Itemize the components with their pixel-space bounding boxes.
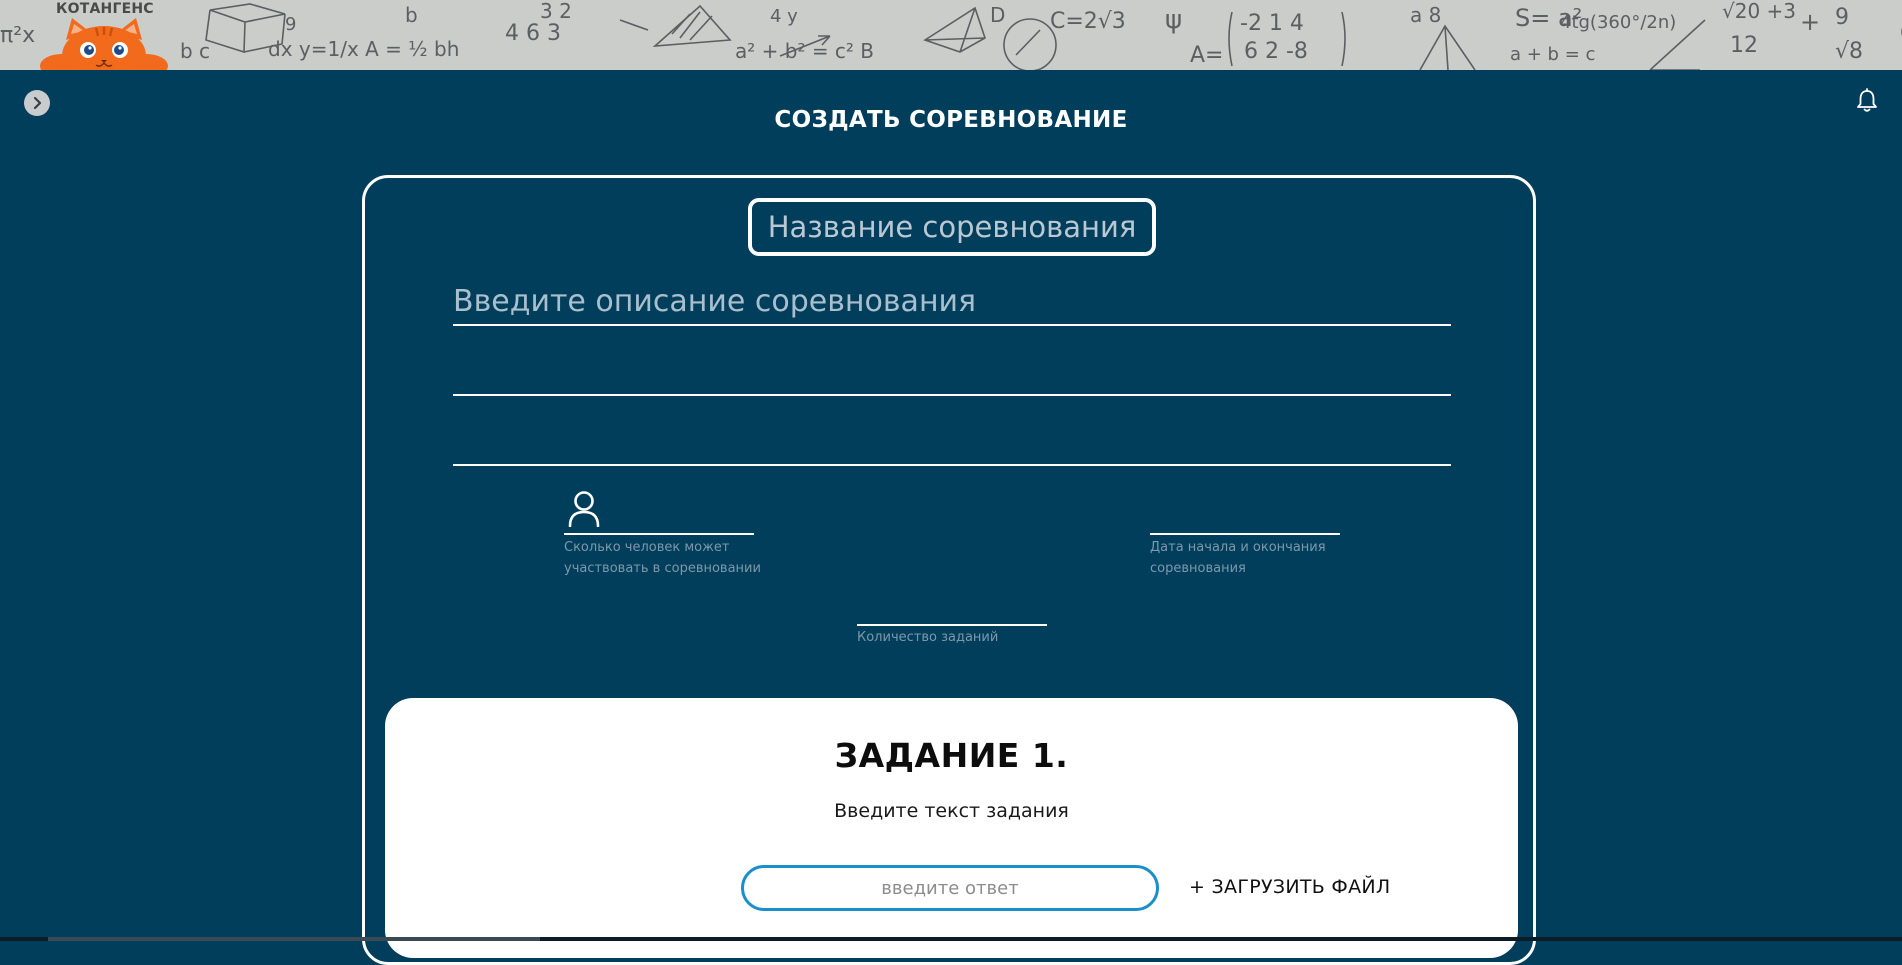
- task-title: ЗАДАНИЕ 1.: [834, 736, 1069, 775]
- svg-text:D: D: [990, 3, 1005, 27]
- svg-text:4tg(360°/2n): 4tg(360°/2n): [1560, 12, 1676, 33]
- description-line-3: [453, 464, 1451, 466]
- svg-text:C=2√3: C=2√3: [1050, 9, 1126, 34]
- svg-text:a 8: a 8: [1410, 3, 1441, 27]
- page-title: СОЗДАТЬ СОРЕВНОВАНИЕ: [774, 107, 1128, 133]
- svg-text:a + b = c: a + b = c: [1510, 44, 1595, 65]
- svg-text:12: 12: [1730, 33, 1758, 58]
- svg-text:+: +: [1800, 8, 1820, 36]
- description-input[interactable]: Введите описание соревнования: [453, 284, 976, 319]
- svg-text:ψ: ψ: [1165, 5, 1182, 35]
- svg-text:-2 1 4: -2 1 4: [1240, 11, 1304, 36]
- svg-text:a² + b² = c² B: a² + b² = c² B: [735, 39, 874, 63]
- math-doodles-background: π²x b c dx y=1/x A = ½ bh 9 b 4 6 3 3 2 …: [0, 0, 1902, 70]
- task-card: ЗАДАНИЕ 1. Введите текст задания + ЗАГРУ…: [385, 698, 1518, 958]
- svg-text:A=: A=: [1190, 43, 1223, 68]
- svg-text:dx y=1/x A = ½ bh: dx y=1/x A = ½ bh: [268, 37, 459, 61]
- dates-hint: Дата начала и окончания соревнования: [1150, 540, 1326, 576]
- upload-file-button[interactable]: + ЗАГРУЗИТЬ ФАЙЛ: [1189, 876, 1391, 898]
- horizontal-scrollbar[interactable]: [0, 937, 1902, 941]
- participants-field[interactable]: [564, 533, 754, 535]
- svg-text:4 y: 4 y: [770, 6, 798, 27]
- svg-text:√20 +3: √20 +3: [1722, 0, 1796, 23]
- dates-field[interactable]: [1150, 533, 1340, 535]
- svg-text:9: 9: [1835, 5, 1849, 30]
- cat-mascot-icon: [40, 18, 168, 70]
- svg-text:b c: b c: [180, 39, 210, 63]
- scrollbar-thumb[interactable]: [48, 937, 540, 941]
- svg-text:4 6 3: 4 6 3: [505, 21, 561, 46]
- svg-text:π²x: π²x: [0, 23, 35, 48]
- tasks-count-hint: Количество заданий: [857, 630, 999, 645]
- logo[interactable]: КОТАНГЕНС: [38, 0, 178, 70]
- description-line-2: [453, 394, 1451, 396]
- description-line-1: [453, 324, 1451, 326]
- svg-text:3 2: 3 2: [540, 0, 572, 23]
- tasks-count-field[interactable]: [857, 624, 1047, 626]
- person-icon: [568, 491, 600, 527]
- answer-input[interactable]: [741, 865, 1159, 911]
- svg-text:√8: √8: [1835, 39, 1863, 64]
- svg-text:6 2 -8: 6 2 -8: [1244, 39, 1308, 64]
- svg-text:b: b: [405, 3, 418, 27]
- svg-text:9: 9: [285, 14, 296, 35]
- competition-name-input[interactable]: [748, 198, 1156, 256]
- header-banner: π²x b c dx y=1/x A = ½ bh 9 b 4 6 3 3 2 …: [0, 0, 1902, 70]
- participants-hint: Сколько человек может участвовать в соре…: [564, 540, 761, 576]
- task-text-input[interactable]: Введите текст задания: [385, 800, 1518, 822]
